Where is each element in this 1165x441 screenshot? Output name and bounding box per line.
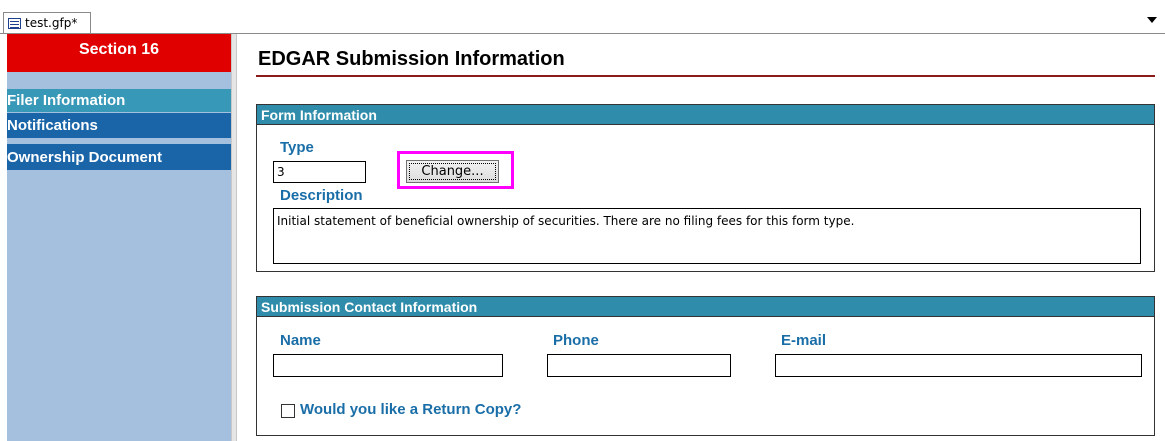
description-label: Description <box>280 187 363 204</box>
panel-splitter[interactable] <box>231 34 237 441</box>
phone-label: Phone <box>553 332 599 349</box>
sidebar-item-notifications[interactable]: Notifications <box>7 112 231 138</box>
phone-field[interactable] <box>547 354 731 377</box>
document-tab-strip: test.gfp* <box>0 0 1165 33</box>
email-field[interactable] <box>775 354 1142 377</box>
form-information-header: Form Information <box>257 105 1154 125</box>
email-label: E-mail <box>781 332 827 349</box>
change-button[interactable]: Change... <box>406 160 499 183</box>
return-copy-checkbox[interactable] <box>281 404 295 418</box>
sidebar-item-filer-information[interactable]: Filer Information <box>7 89 231 112</box>
page-title: EDGAR Submission Information <box>258 48 565 70</box>
sidebar: Section 16 Filer Information Notificatio… <box>7 34 231 441</box>
type-field[interactable]: 3 <box>273 161 366 183</box>
document-tab[interactable]: test.gfp* <box>3 12 91 33</box>
return-copy-label[interactable]: Would you like a Return Copy? <box>300 401 521 418</box>
contact-information-header: Submission Contact Information <box>257 297 1154 317</box>
document-list-icon <box>8 17 21 29</box>
sidebar-item-ownership-document[interactable]: Ownership Document <box>7 144 231 170</box>
type-label: Type <box>280 139 314 156</box>
sidebar-section-header: Section 16 <box>7 34 231 72</box>
description-field[interactable]: Initial statement of beneficial ownershi… <box>273 208 1141 264</box>
name-label: Name <box>280 332 321 349</box>
name-field[interactable] <box>273 354 503 377</box>
tab-list-dropdown-icon[interactable] <box>1147 17 1157 23</box>
document-tab-label: test.gfp* <box>25 16 78 30</box>
title-divider <box>256 75 1155 77</box>
